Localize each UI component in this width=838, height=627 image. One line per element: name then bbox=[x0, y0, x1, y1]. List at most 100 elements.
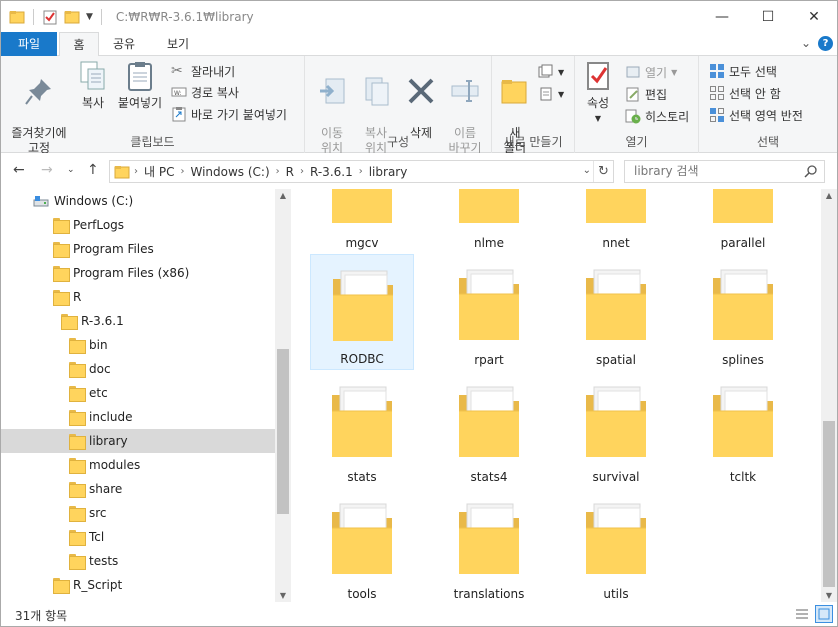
folder-tile[interactable]: parallel bbox=[691, 189, 795, 253]
edit-button[interactable]: 편집 bbox=[625, 84, 667, 104]
up-arrow-icon[interactable]: ↑ bbox=[87, 162, 99, 178]
breadcrumb-r-3-6-1[interactable]: R-3.6.1 bbox=[304, 165, 359, 179]
details-view-button[interactable] bbox=[793, 605, 811, 623]
tree-item[interactable]: PerfLogs bbox=[1, 213, 275, 237]
content-scrollbar[interactable]: ▲ ▼ bbox=[821, 189, 837, 602]
folder-name: survival bbox=[592, 470, 640, 484]
tree-item[interactable]: library bbox=[1, 429, 275, 453]
properties-button[interactable]: 속성 ▼ bbox=[581, 60, 615, 126]
back-arrow-icon[interactable]: ← bbox=[13, 162, 25, 178]
tree-item[interactable]: Tcl bbox=[1, 525, 275, 549]
recent-locations-icon[interactable]: ⌄ bbox=[67, 165, 75, 175]
folder-tile[interactable]: nlme bbox=[437, 189, 541, 253]
folder-icon bbox=[711, 264, 775, 344]
breadcrumb-drive-c[interactable]: Windows (C:) bbox=[184, 165, 275, 179]
view-toggle bbox=[793, 605, 833, 623]
tree-item[interactable]: Windows (C:) bbox=[1, 189, 275, 213]
tree-item[interactable]: tests bbox=[1, 549, 275, 573]
tree-item[interactable]: bin bbox=[1, 333, 275, 357]
tree-item-label: bin bbox=[89, 338, 108, 352]
collapse-ribbon-icon[interactable]: ⌄ bbox=[801, 36, 811, 50]
new-folder-icon[interactable] bbox=[64, 9, 80, 25]
maximize-button[interactable]: ☐ bbox=[745, 1, 791, 32]
tree-item[interactable]: share bbox=[1, 477, 275, 501]
scroll-down-arrow-icon[interactable]: ▼ bbox=[275, 591, 291, 600]
folder-icon bbox=[53, 242, 70, 258]
folder-name: RODBC bbox=[340, 352, 384, 366]
scroll-up-arrow-icon[interactable]: ▲ bbox=[275, 191, 291, 200]
tree-item[interactable]: src bbox=[1, 501, 275, 525]
folder-icon bbox=[69, 506, 86, 522]
folder-tile[interactable]: nnet bbox=[564, 189, 668, 253]
tab-share[interactable]: 공유 bbox=[102, 32, 146, 56]
folder-tile[interactable]: spatial bbox=[564, 254, 668, 370]
new-item-button[interactable]: ▼ bbox=[538, 62, 564, 82]
properties-icon[interactable] bbox=[42, 9, 58, 25]
folder-tile[interactable]: tcltk bbox=[691, 371, 795, 487]
close-button[interactable]: ✕ bbox=[791, 1, 837, 32]
folder-tile[interactable]: stats4 bbox=[437, 371, 541, 487]
folder-icon bbox=[711, 189, 775, 227]
search-input[interactable]: library 검색 bbox=[624, 160, 825, 183]
tree-item[interactable]: etc bbox=[1, 381, 275, 405]
large-icons-view-button[interactable] bbox=[815, 605, 833, 623]
folder-tile[interactable]: splines bbox=[691, 254, 795, 370]
open-button[interactable]: 열기 ▼ bbox=[625, 62, 677, 82]
tree-item[interactable]: Program Files (x86) bbox=[1, 261, 275, 285]
copy-path-button[interactable]: W: 경로 복사 bbox=[171, 82, 239, 102]
tree-item[interactable]: doc bbox=[1, 357, 275, 381]
tree-item[interactable]: R_Script bbox=[1, 573, 275, 597]
customize-qa-icon[interactable]: ▼ bbox=[86, 12, 93, 22]
folder-tile[interactable]: tools bbox=[310, 488, 414, 602]
nav-pane-scroll-thumb[interactable] bbox=[277, 349, 289, 514]
select-all-button[interactable]: 모두 선택 bbox=[709, 61, 777, 81]
scroll-down-arrow-icon[interactable]: ▼ bbox=[821, 591, 837, 600]
tree-item[interactable]: R-3.6.1 bbox=[1, 309, 275, 333]
folder-tile[interactable]: utils bbox=[564, 488, 668, 602]
delete-button[interactable]: 삭제 bbox=[401, 60, 441, 141]
invert-selection-button[interactable]: 선택 영역 반전 bbox=[709, 105, 803, 125]
paste-button[interactable]: 붙여넣기 bbox=[113, 60, 167, 111]
folder-icon bbox=[584, 189, 648, 227]
easy-access-button[interactable]: ▼ bbox=[538, 84, 564, 104]
window-controls: — ☐ ✕ bbox=[699, 1, 837, 32]
tree-item[interactable]: modules bbox=[1, 453, 275, 477]
help-icon[interactable]: ? bbox=[818, 36, 833, 51]
tab-view[interactable]: 보기 bbox=[154, 32, 202, 56]
address-bar[interactable]: › 내 PC › Windows (C:) › R › R-3.6.1 › li… bbox=[109, 160, 614, 183]
tree-item[interactable]: R bbox=[1, 285, 275, 309]
folder-icon bbox=[457, 189, 521, 227]
quick-access-toolbar: ▼ bbox=[1, 1, 104, 32]
cut-label: 잘라내기 bbox=[191, 64, 236, 79]
cut-button[interactable]: ✂ 잘라내기 bbox=[171, 61, 235, 81]
history-button[interactable]: 히스토리 bbox=[625, 106, 689, 126]
folder-tile[interactable]: survival bbox=[564, 371, 668, 487]
ribbon-tabs: 파일 홈 공유 보기 ⌄ ? bbox=[1, 32, 837, 57]
folder-tile[interactable]: mgcv bbox=[310, 189, 414, 253]
copy-button[interactable]: 복사 bbox=[75, 60, 111, 111]
minimize-button[interactable]: — bbox=[699, 1, 745, 32]
folder-tile[interactable]: RODBC bbox=[310, 254, 414, 370]
address-history-dropdown-icon[interactable]: ⌄ bbox=[583, 165, 591, 176]
tree-item-label: library bbox=[89, 434, 128, 448]
breadcrumb-library[interactable]: library bbox=[363, 165, 414, 179]
nav-pane-scrollbar[interactable]: ▲ ▼ bbox=[275, 189, 291, 602]
folder-tile[interactable]: rpart bbox=[437, 254, 541, 370]
select-none-button[interactable]: 선택 안 함 bbox=[709, 83, 781, 103]
content-scroll-thumb[interactable] bbox=[823, 421, 835, 587]
breadcrumb-r[interactable]: R bbox=[280, 165, 300, 179]
paste-shortcut-button[interactable]: 바로 가기 붙여넣기 bbox=[171, 104, 287, 124]
folder-tile[interactable]: stats bbox=[310, 371, 414, 487]
tab-home[interactable]: 홈 bbox=[59, 32, 99, 57]
breadcrumb-this-pc[interactable]: 내 PC bbox=[138, 163, 180, 180]
select-all-label: 모두 선택 bbox=[729, 64, 777, 79]
folder-tile[interactable]: translations bbox=[437, 488, 541, 602]
scroll-up-arrow-icon[interactable]: ▲ bbox=[821, 191, 837, 200]
forward-arrow-icon[interactable]: → bbox=[41, 162, 53, 178]
new-group-label: 새로 만들기 bbox=[503, 135, 563, 149]
refresh-icon[interactable]: ↻ bbox=[593, 161, 613, 182]
tree-item[interactable]: include bbox=[1, 405, 275, 429]
tab-file[interactable]: 파일 bbox=[1, 32, 57, 56]
select-group: 모두 선택 선택 안 함 선택 영역 반전 선택 bbox=[699, 56, 837, 153]
tree-item[interactable]: Program Files bbox=[1, 237, 275, 261]
